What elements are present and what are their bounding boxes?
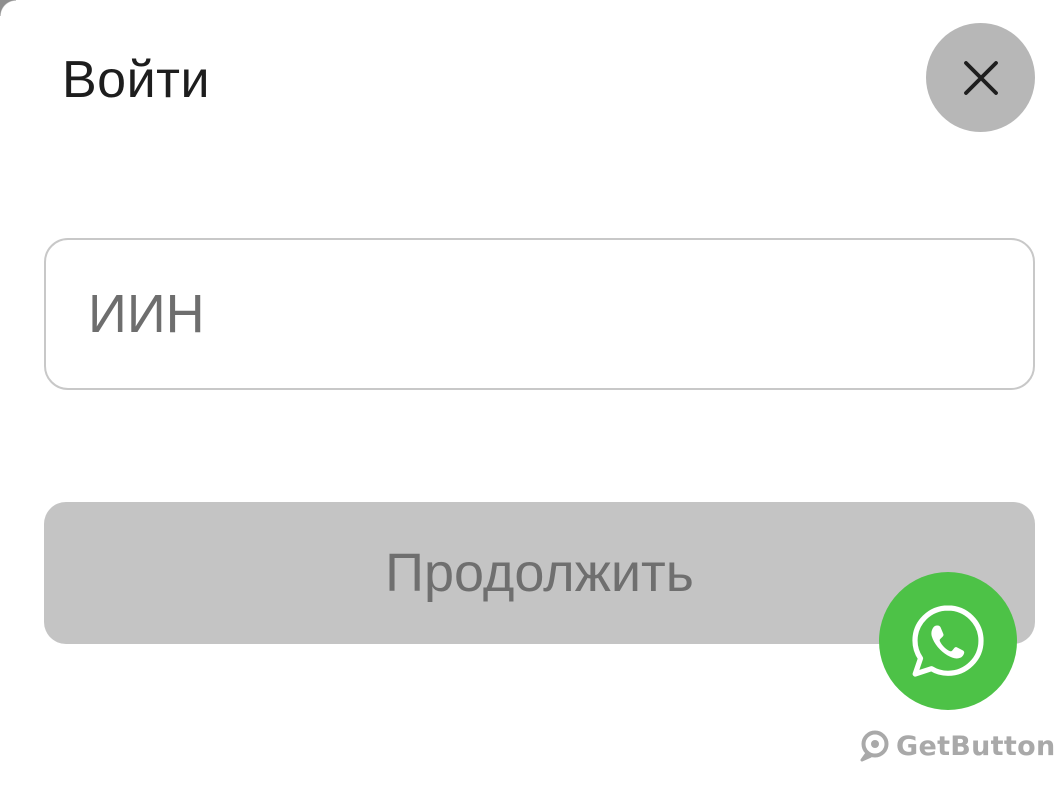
- iin-field: [44, 238, 1035, 390]
- getbutton-logo-icon: [860, 730, 889, 762]
- iin-input[interactable]: [46, 240, 1033, 388]
- close-button[interactable]: [926, 23, 1035, 132]
- whatsapp-icon: [912, 605, 984, 677]
- modal-title: Войти: [62, 51, 211, 109]
- close-icon: [963, 60, 998, 95]
- background-corner: [0, 0, 16, 16]
- getbutton-brand-link[interactable]: GetButton: [858, 726, 1055, 766]
- login-modal: Войти Продолжить GetButton: [0, 0, 1062, 796]
- whatsapp-chat-button[interactable]: [879, 572, 1017, 710]
- getbutton-label: GetButton: [896, 730, 1056, 762]
